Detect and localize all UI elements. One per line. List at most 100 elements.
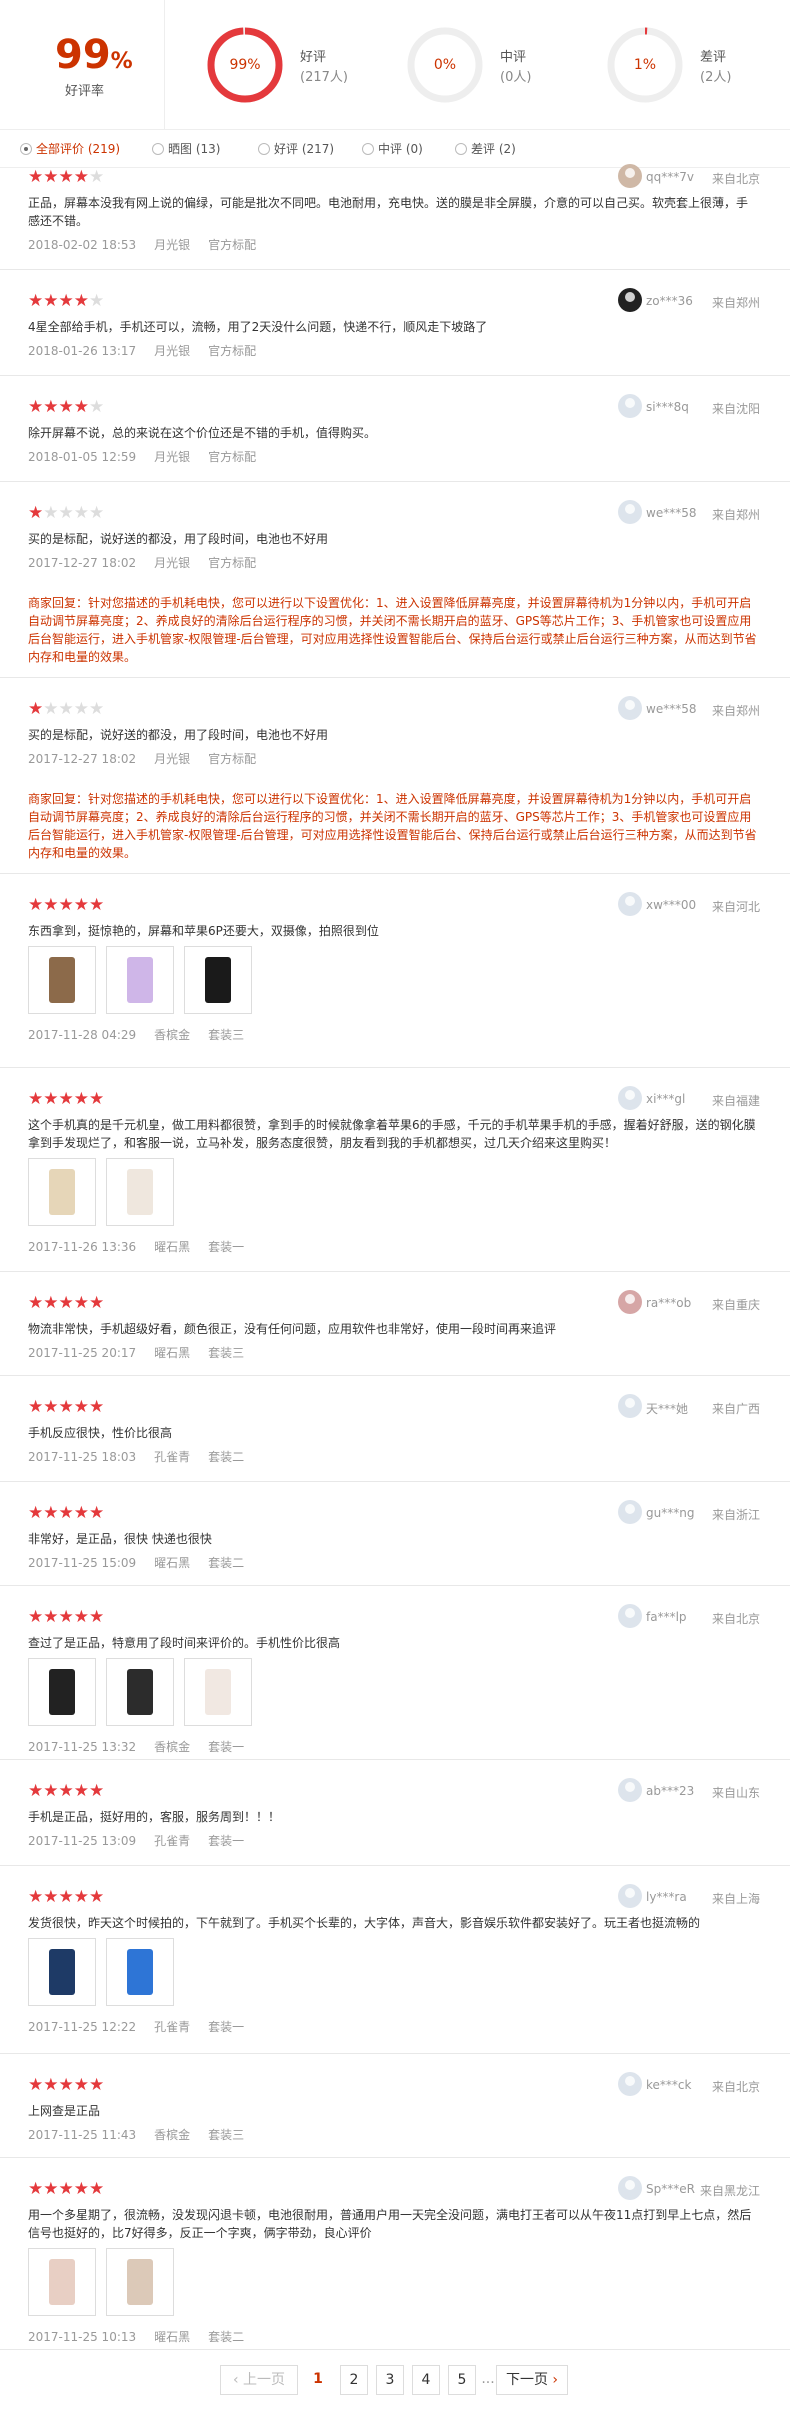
star-icon: ★ bbox=[58, 1293, 74, 1313]
review-package: 套装三 bbox=[208, 1028, 245, 1042]
review-text: 手机反应很快，性价比很高 bbox=[28, 1426, 173, 1440]
star-icon: ★ bbox=[73, 291, 89, 311]
review-image-thumb[interactable] bbox=[28, 1938, 96, 2006]
reviewer-name: ly***ra bbox=[646, 1890, 687, 1904]
review-text: 买的是标配，说好送的都没，用了段时间，电池也不好用 bbox=[28, 728, 329, 742]
star-icon: ★ bbox=[28, 1607, 44, 1627]
page-3[interactable]: 3 bbox=[376, 2365, 404, 2395]
star-icon: ★ bbox=[43, 1089, 59, 1109]
review-item: ★★★★★ zo***36 来自郑州 4星全部给手机，手机还可以，流畅，用了2天没什么… bbox=[0, 270, 790, 376]
review-image-thumb[interactable] bbox=[106, 946, 174, 1014]
star-icon: ★ bbox=[58, 1089, 74, 1109]
star-icon: ★ bbox=[89, 167, 105, 187]
review-meta: 2017-11-26 13:36 曜石黑 套装一 bbox=[28, 1238, 262, 1255]
review-text: 物流非常快，手机超级好看，颜色很正，没有任何问题，应用软件也非常好，使用一段时间… bbox=[28, 1322, 557, 1336]
good-rate-label: 好评率 bbox=[65, 84, 105, 99]
review-meta: 2017-11-25 18:03 孔雀青 套装二 bbox=[28, 1448, 262, 1465]
reviewer-location: 来自黑龙江 bbox=[699, 2184, 760, 2198]
prev-page-button[interactable]: ‹ 上一页 bbox=[220, 2365, 298, 2395]
star-icon: ★ bbox=[58, 895, 74, 915]
review-color: 香槟金 bbox=[154, 1028, 191, 1042]
star-icon: ★ bbox=[58, 503, 74, 523]
star-icon: ★ bbox=[28, 1397, 44, 1417]
review-image-thumb[interactable] bbox=[106, 1158, 174, 1226]
reviewer-location: 来自北京 bbox=[711, 172, 760, 186]
avatar bbox=[618, 500, 642, 524]
page-2[interactable]: 2 bbox=[340, 2365, 368, 2395]
reviewer-location: 来自山东 bbox=[711, 1786, 760, 1800]
review-image-thumb[interactable] bbox=[106, 1658, 174, 1726]
review-image-thumb[interactable] bbox=[106, 2248, 174, 2316]
page-1[interactable]: 1 bbox=[305, 2365, 331, 2395]
review-image-thumb[interactable] bbox=[106, 1938, 174, 2006]
star-icon: ★ bbox=[43, 1397, 59, 1417]
reviewer-name: ke***ck bbox=[646, 2078, 692, 2092]
bad-ring-label: 差评 (2人) bbox=[700, 50, 732, 85]
review-meta: 2017-11-25 13:09 孔雀青 套装一 bbox=[28, 1832, 262, 1849]
star-icon: ★ bbox=[43, 397, 59, 417]
review-item: ★★★★★ ab***23 来自山东 手机是正品，挺好用的，客服，服务周到！！！ 201… bbox=[0, 1760, 790, 1866]
review-item: ★★★★★ ke***ck 来自北京 上网查是正品 2017-11-25 11:43 香槟… bbox=[0, 2054, 790, 2158]
page-5[interactable]: 5 bbox=[448, 2365, 476, 2395]
avatar bbox=[618, 1604, 642, 1628]
review-text: 发货很快，昨天这个时候拍的，下午就到了。手机买个长辈的，大字体，声音大，影音娱乐… bbox=[28, 1916, 701, 1930]
star-icon: ★ bbox=[89, 2075, 105, 2095]
review-image-thumb[interactable] bbox=[184, 1658, 252, 1726]
review-package: 官方标配 bbox=[208, 556, 257, 570]
review-image-thumb[interactable] bbox=[28, 946, 96, 1014]
star-icon: ★ bbox=[73, 397, 89, 417]
star-rating: ★★★★★ bbox=[28, 2076, 104, 2094]
review-color: 月光银 bbox=[154, 752, 191, 766]
star-rating: ★★★★★ bbox=[28, 504, 104, 522]
reviewer-name: xi***gl bbox=[646, 1092, 686, 1106]
avatar bbox=[618, 2176, 642, 2200]
avatar bbox=[618, 164, 642, 188]
star-icon: ★ bbox=[28, 291, 44, 311]
reviewer-name: xw***00 bbox=[646, 898, 697, 912]
review-package: 套装二 bbox=[208, 1450, 245, 1464]
avatar bbox=[618, 1394, 642, 1418]
review-text: 非常好，是正品，很快 快递也很快 bbox=[28, 1532, 212, 1546]
review-image-thumb[interactable] bbox=[28, 1658, 96, 1726]
review-image-thumb[interactable] bbox=[28, 2248, 96, 2316]
review-date: 2017-11-25 13:32 bbox=[28, 1740, 137, 1754]
star-icon: ★ bbox=[89, 503, 105, 523]
star-icon: ★ bbox=[73, 167, 89, 187]
star-icon: ★ bbox=[58, 1781, 74, 1801]
reviewer-location: 来自上海 bbox=[711, 1892, 760, 1906]
star-rating: ★★★★★ bbox=[28, 1608, 104, 1626]
star-rating: ★★★★★ bbox=[28, 168, 104, 186]
review-item: ★★★★★ we***58 来自郑州 买的是标配，说好送的都没，用了段时间，电池也不好… bbox=[0, 482, 790, 678]
review-item: ★★★★★ ra***ob 来自重庆 物流非常快，手机超级好看，颜色很正，没有任何问题… bbox=[0, 1272, 790, 1376]
review-date: 2017-11-25 15:09 bbox=[28, 1556, 137, 1570]
review-meta: 2018-02-02 18:53 月光银 官方标配 bbox=[28, 236, 274, 253]
review-text: 正品，屏幕本没我有网上说的偏绿，可能是批次不同吧。电池耐用，充电快。送的膜是非全… bbox=[28, 196, 749, 228]
review-image-thumb[interactable] bbox=[184, 946, 252, 1014]
star-icon: ★ bbox=[73, 1397, 89, 1417]
star-icon: ★ bbox=[28, 1781, 44, 1801]
review-item: ★★★★★ qq***7v 来自北京 正品，屏幕本没我有网上说的偏绿，可能是批次不同吧… bbox=[0, 148, 790, 270]
reviewer-name: Sp***eR bbox=[646, 2182, 695, 2196]
review-text: 除开屏幕不说，总的来说在这个价位还是不错的手机，值得购买。 bbox=[28, 426, 377, 440]
review-image-thumb[interactable] bbox=[28, 1158, 96, 1226]
star-icon: ★ bbox=[73, 2075, 89, 2095]
star-rating: ★★★★★ bbox=[28, 700, 104, 718]
avatar bbox=[618, 1086, 642, 1110]
pagination: ‹ 上一页 1 2 3 4 5 ... 下一页 › bbox=[0, 2365, 790, 2395]
avatar bbox=[618, 1778, 642, 1802]
reviewer-location: 来自重庆 bbox=[711, 1298, 760, 1312]
good-ring-label: 好评 (217人) bbox=[300, 50, 348, 85]
star-icon: ★ bbox=[89, 291, 105, 311]
review-meta: 2017-11-25 10:13 曜石黑 套装二 bbox=[28, 2328, 262, 2345]
star-icon: ★ bbox=[89, 2179, 105, 2199]
review-color: 孔雀青 bbox=[154, 1450, 191, 1464]
star-icon: ★ bbox=[28, 1503, 44, 1523]
review-page: 99% 好评率 99% 好评 (217人) 0% 中评 (0人) 1% 差评 (2人)… bbox=[0, 0, 790, 2428]
avatar bbox=[618, 892, 642, 916]
mid-ring-pct: 0% bbox=[433, 57, 457, 73]
star-rating: ★★★★★ bbox=[28, 1294, 104, 1312]
review-date: 2017-11-25 20:17 bbox=[28, 1346, 137, 1360]
review-package: 套装三 bbox=[208, 2128, 245, 2142]
next-page-button[interactable]: 下一页 › bbox=[496, 2365, 568, 2395]
page-4[interactable]: 4 bbox=[412, 2365, 440, 2395]
